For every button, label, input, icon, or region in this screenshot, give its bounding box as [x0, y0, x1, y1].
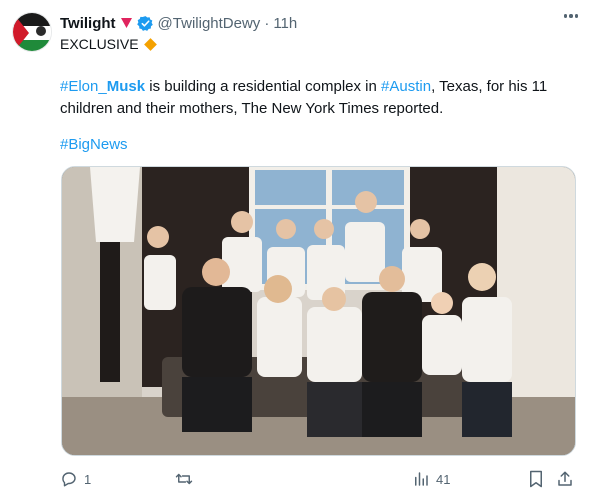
verified-badge-icon [136, 15, 154, 32]
reply-count: 1 [84, 471, 92, 487]
views-count: 41 [436, 471, 451, 487]
retweet-icon [174, 470, 194, 488]
tweet-text-part-1: is building a residential complex in [145, 78, 382, 95]
tweet-photo[interactable] [61, 166, 576, 456]
tweet-text: #Elon_Musk is building a residential com… [60, 76, 580, 120]
family-photo-image [62, 167, 575, 455]
exclusive-label: EXCLUSIVE [60, 36, 139, 52]
views-button[interactable]: 41 [412, 470, 450, 488]
hashtag-bignews[interactable]: #BigNews [60, 136, 128, 153]
bookmark-button[interactable] [528, 470, 544, 488]
display-name[interactable]: Twilight [60, 15, 116, 32]
reply-icon [60, 470, 78, 488]
avatar-flag-image [13, 13, 51, 51]
tweet-actions: 1 41 [60, 470, 580, 492]
exclusive-line: EXCLUSIVE [60, 36, 157, 52]
hashtag-elon-musk[interactable]: #Elon_Musk [60, 78, 145, 95]
handle[interactable]: @TwilightDewy [158, 15, 261, 32]
separator-dot: · [264, 14, 270, 32]
reply-button[interactable]: 1 [60, 470, 91, 488]
views-icon [412, 470, 430, 488]
retweet-button[interactable] [174, 470, 200, 488]
more-options-icon[interactable] [563, 14, 578, 18]
bookmark-icon [528, 470, 544, 488]
tweet-header: Twilight @TwilightDewy · 11h [60, 12, 297, 34]
share-icon [556, 470, 574, 488]
diamond-icon [143, 37, 157, 51]
timestamp[interactable]: 11h [273, 15, 297, 32]
hashtag-austin[interactable]: #Austin [381, 78, 431, 95]
heart-icon [120, 17, 133, 29]
avatar[interactable] [12, 12, 52, 52]
share-button[interactable] [556, 470, 574, 488]
